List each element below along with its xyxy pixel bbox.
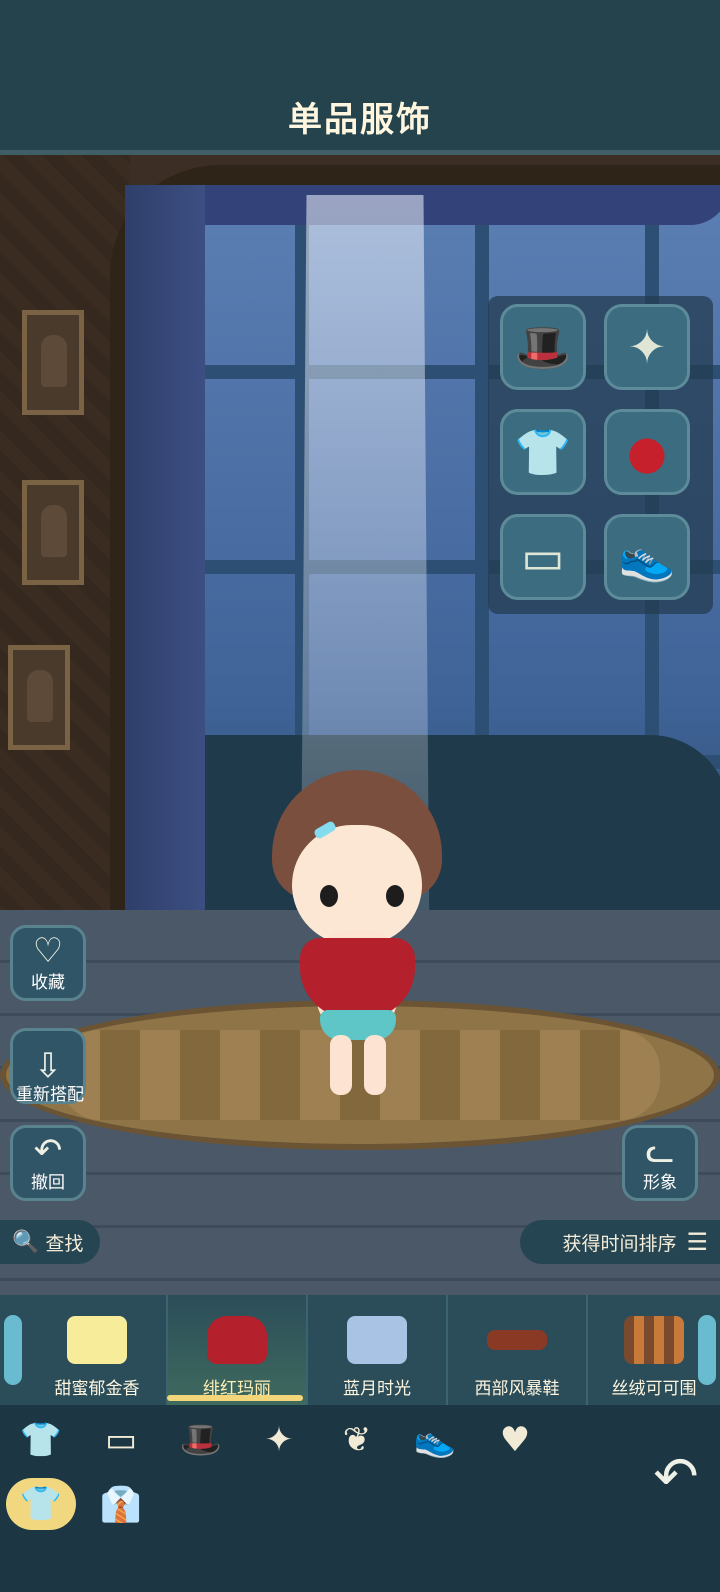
category-hat-button[interactable]: 🎩 [500,304,586,390]
appearance-button[interactable]: ᓚ 形象 [622,1125,698,1201]
hat-icon: 🎩 [514,319,572,374]
wall-frame-rabbit [22,480,84,585]
sort-label: 获得时间排序 [562,1232,677,1255]
category-shorts-button[interactable]: ▭ [500,514,586,600]
category-bag-button[interactable]: ● [604,409,690,495]
tab-shoe[interactable]: 👟 [410,1415,460,1465]
character-eye [320,885,338,907]
shirt-icon: 👕 [514,424,572,479]
item-thumbnail [624,1316,684,1364]
bottom-icon: ▭ [104,1420,138,1460]
category-panel: 🎩 ✦ 👕 ● ▭ 👟 [488,296,713,614]
search-icon: 🔍 [12,1229,40,1255]
item-card-selected[interactable]: 绯红玛丽 [168,1295,308,1405]
appearance-label: 形象 [643,1172,677,1193]
item-thumbnail [207,1316,267,1364]
shoe-icon: 👟 [618,529,676,584]
red-cape [300,938,415,1018]
hat-icon: 🎩 [179,1420,223,1460]
red-bag-icon: ● [626,425,668,479]
necklace-icon: ✦ [264,1420,294,1460]
scroll-right-arrow[interactable] [698,1315,716,1385]
curtain-valance [130,185,720,225]
undo-arrow-icon: ↶ [33,1130,63,1171]
wall-frame-rabbit [22,310,84,415]
page-title: 单品服饰 [288,100,432,140]
character-eye [386,885,404,907]
undo-label: 撤回 [31,1172,65,1193]
category-shirt-button[interactable]: 👕 [500,409,586,495]
item-card[interactable]: 蓝月时光 [308,1295,448,1405]
tab-outfit-selected[interactable]: 👕 [6,1478,76,1530]
rematch-label: 重新搭配 [16,1085,84,1105]
heart-outline-icon: ♡ [32,930,64,971]
item-thumbnail [67,1316,127,1364]
rematch-icon: ⇩ [33,1046,63,1086]
item-name: 蓝月时光 [343,1379,411,1399]
top-icon: 👕 [19,1420,63,1460]
character-face [292,825,422,945]
tab-hat[interactable]: 🎩 [176,1415,226,1465]
cat-face-icon: ᓚ [645,1130,675,1171]
tab-bottom[interactable]: ▭ [96,1415,146,1465]
suit-icon: 👔 [99,1485,143,1525]
tab-suit[interactable]: 👔 [96,1480,146,1530]
item-strip: 甜蜜郁金香 绯红玛丽 蓝月时光 西部风暴鞋 丝绒可可围 [0,1295,720,1405]
item-name: 西部风暴鞋 [474,1379,560,1399]
undo-icon: ↶ [653,1444,699,1508]
sort-button[interactable]: 获得时间排序 ☰ [520,1220,720,1264]
scroll-left-arrow[interactable] [4,1315,22,1385]
item-name: 丝绒可可围 [611,1379,697,1399]
outfit-icon: 👕 [19,1484,63,1524]
heart-icon: ♥ [499,1420,531,1460]
character-underwear [320,1010,396,1040]
character-leg [364,1035,386,1095]
item-thumbnail [487,1330,547,1350]
curtain-left [125,185,205,945]
category-necklace-button[interactable]: ✦ [604,304,690,390]
wall-frame-figure [8,645,70,750]
selected-highlight [167,1395,303,1401]
shoe-icon: 👟 [413,1420,457,1460]
undo-side-button[interactable]: ↶ 撤回 [10,1125,86,1201]
item-card[interactable]: 西部风暴鞋 [448,1295,588,1405]
tab-favorites[interactable]: ♥ [490,1415,540,1465]
shorts-icon: ▭ [521,530,565,584]
tab-necklace[interactable]: ✦ [254,1415,304,1465]
sort-icon: ☰ [686,1228,708,1256]
item-card[interactable]: 甜蜜郁金香 [28,1295,168,1405]
tab-accessory[interactable]: ❦ [332,1415,382,1465]
undo-button[interactable]: ↶ [640,1440,712,1512]
search-label: 查找 [45,1232,84,1255]
search-button[interactable]: 🔍 查找 [0,1220,100,1264]
necklace-icon: ✦ [627,320,667,374]
item-name: 甜蜜郁金香 [54,1379,140,1399]
favorite-label: 收藏 [31,972,65,993]
avatar-character [262,770,452,1100]
accessory-icon: ❦ [342,1420,372,1460]
tab-top[interactable]: 👕 [16,1415,66,1465]
category-shoe-button[interactable]: 👟 [604,514,690,600]
character-leg [330,1035,352,1095]
item-thumbnail [347,1316,407,1364]
favorite-button[interactable]: ♡ 收藏 [10,925,86,1001]
